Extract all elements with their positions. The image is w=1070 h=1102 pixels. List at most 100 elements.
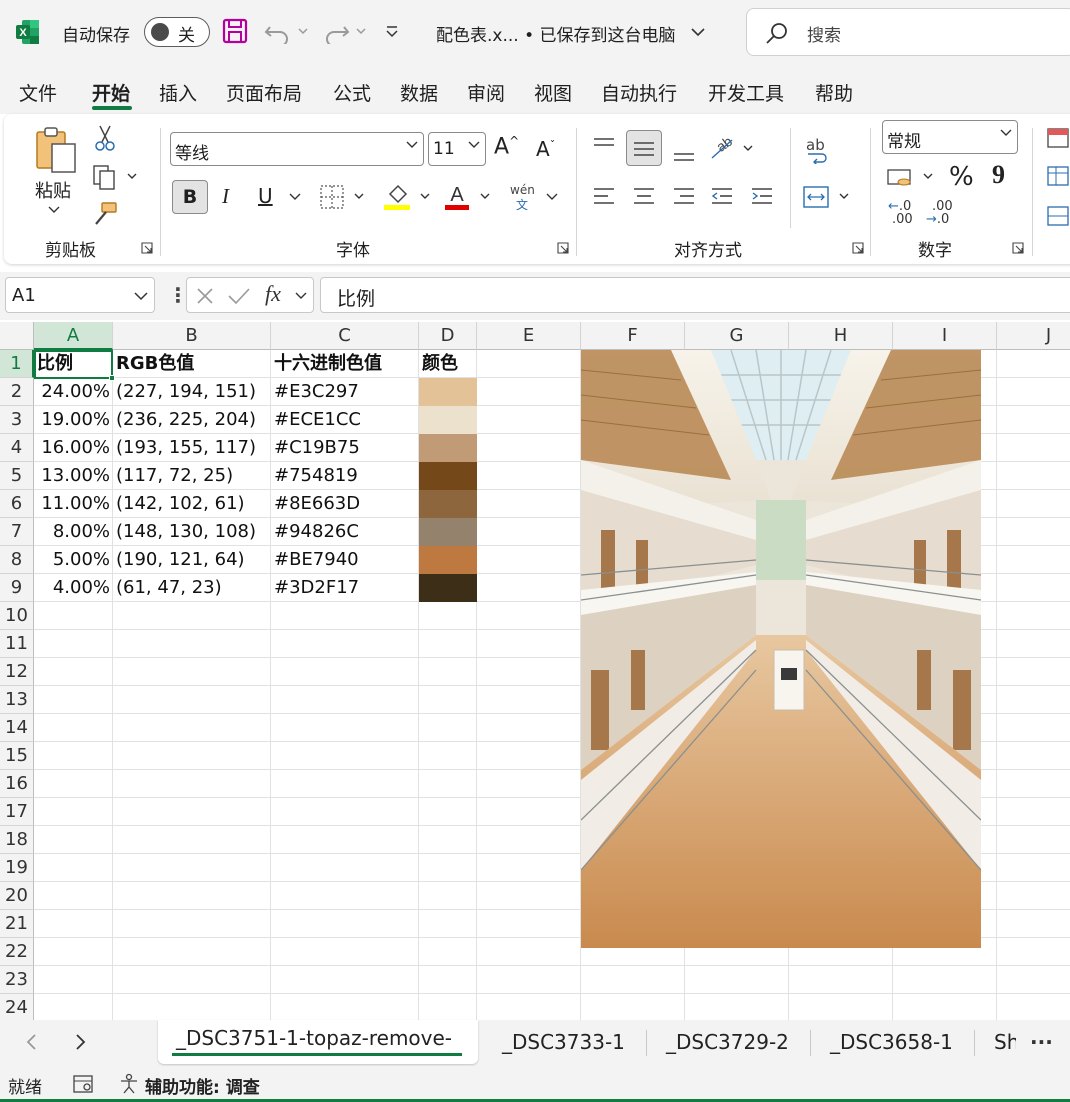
tab-help[interactable]: 帮助 <box>815 79 853 106</box>
chevron-down-icon[interactable] <box>690 26 706 38</box>
select-all-corner[interactable] <box>0 322 34 350</box>
ratio-cell[interactable]: 8.00% <box>34 518 113 546</box>
rgb-cell[interactable]: (142, 102, 61) <box>113 490 271 518</box>
row-header[interactable]: 24 <box>0 994 34 1020</box>
hex-cell[interactable]: #754819 <box>271 462 419 490</box>
tab-review[interactable]: 审阅 <box>467 79 505 106</box>
column-header[interactable]: H <box>789 322 893 350</box>
tab-developer[interactable]: 开发工具 <box>708 79 784 106</box>
paste-icon[interactable] <box>34 126 78 174</box>
row-header[interactable]: 5 <box>0 462 34 490</box>
more-sheets-button[interactable]: ··· <box>1030 1030 1053 1054</box>
ratio-cell[interactable]: 13.00% <box>34 462 113 490</box>
row-header[interactable]: 19 <box>0 854 34 882</box>
row-header[interactable]: 8 <box>0 546 34 574</box>
tab-file[interactable]: 文件 <box>19 79 57 106</box>
row-header[interactable]: 2 <box>0 378 34 406</box>
formula-bar-handle[interactable]: ⋮ <box>168 283 188 307</box>
macro-record-icon[interactable] <box>72 1074 94 1094</box>
number-launcher-icon[interactable] <box>1012 242 1024 254</box>
underline-dropdown-icon[interactable] <box>289 192 301 202</box>
hex-cell[interactable]: #E3C297 <box>271 378 419 406</box>
tab-automate[interactable]: 自动执行 <box>601 79 677 106</box>
hex-cell[interactable]: #C19B75 <box>271 434 419 462</box>
format-painter-icon[interactable] <box>92 200 120 228</box>
rgb-cell[interactable]: (190, 121, 64) <box>113 546 271 574</box>
row-header[interactable]: 18 <box>0 826 34 854</box>
clipboard-launcher-icon[interactable] <box>141 242 153 254</box>
color-swatch-cell[interactable] <box>419 378 477 406</box>
underline-button[interactable]: U <box>258 184 273 208</box>
shrink-font-button[interactable]: Aˇ <box>536 137 555 161</box>
alignment-launcher-icon[interactable] <box>852 242 864 254</box>
conditional-formatting-icon[interactable] <box>1046 126 1070 150</box>
cell-styles-icon[interactable] <box>1046 204 1070 228</box>
rgb-cell[interactable]: (117, 72, 25) <box>113 462 271 490</box>
row-header[interactable]: 4 <box>0 434 34 462</box>
row-header[interactable]: 22 <box>0 938 34 966</box>
column-header[interactable]: A <box>34 322 113 350</box>
align-left-icon[interactable] <box>592 186 616 206</box>
row-header[interactable]: 20 <box>0 882 34 910</box>
sheet-tab[interactable]: _DSC3658-1 <box>830 1030 953 1054</box>
hex-cell[interactable]: #94826C <box>271 518 419 546</box>
insert-function-button[interactable]: fx <box>265 281 281 307</box>
column-header[interactable]: D <box>419 322 477 350</box>
accessibility-icon[interactable] <box>118 1073 140 1095</box>
color-swatch-cell[interactable] <box>419 406 477 434</box>
copy-icon[interactable] <box>92 164 140 190</box>
column-header[interactable]: G <box>685 322 789 350</box>
scroll-tabs-left-icon[interactable] <box>24 1033 40 1051</box>
align-center-icon[interactable] <box>632 186 656 206</box>
row-header[interactable]: 13 <box>0 686 34 714</box>
redo-icon[interactable] <box>322 18 370 44</box>
header-cell[interactable]: RGB色值 <box>113 350 271 378</box>
column-header[interactable]: E <box>477 322 581 350</box>
wrap-text-icon[interactable] <box>806 150 830 164</box>
row-header[interactable]: 9 <box>0 574 34 602</box>
row-header[interactable]: 14 <box>0 714 34 742</box>
tab-view[interactable]: 视图 <box>534 79 572 106</box>
ratio-cell[interactable]: 4.00% <box>34 574 113 602</box>
column-header[interactable]: F <box>581 322 685 350</box>
sheet-tab[interactable]: _DSC3733-1 <box>502 1030 625 1054</box>
phonetic-guide-bottom[interactable]: 文 <box>516 196 528 213</box>
comma-style-button[interactable]: 9 <box>992 160 1005 190</box>
sheet-tab[interactable]: Sh <box>994 1030 1016 1054</box>
paste-dropdown-icon[interactable] <box>48 205 60 215</box>
align-middle-button[interactable] <box>626 130 662 166</box>
header-cell[interactable]: 十六进制色值 <box>271 350 419 378</box>
enter-check-icon[interactable] <box>227 286 251 306</box>
font-name-select[interactable]: 等线 <box>170 132 424 166</box>
sheet-tab-active-label[interactable]: _DSC3751-1-topaz-remove- <box>176 1026 452 1050</box>
header-cell[interactable]: 颜色 <box>419 350 477 378</box>
color-swatch-cell[interactable] <box>419 574 477 602</box>
number-format-select[interactable]: 常规 <box>882 120 1018 154</box>
format-as-table-icon[interactable] <box>1046 164 1070 188</box>
autosave-toggle[interactable]: 关 <box>144 17 210 47</box>
align-bottom-icon[interactable] <box>672 144 696 164</box>
row-header[interactable]: 16 <box>0 770 34 798</box>
row-header[interactable]: 6 <box>0 490 34 518</box>
color-swatch-cell[interactable] <box>419 490 477 518</box>
tab-formulas[interactable]: 公式 <box>333 79 371 106</box>
font-color-icon[interactable]: A <box>444 182 494 212</box>
formula-input[interactable]: 比例 <box>320 277 1070 313</box>
bold-button[interactable]: B <box>172 180 208 214</box>
increase-indent-icon[interactable] <box>750 186 774 206</box>
column-header[interactable]: B <box>113 322 271 350</box>
color-swatch-cell[interactable] <box>419 546 477 574</box>
tab-insert[interactable]: 插入 <box>159 79 197 106</box>
column-header[interactable]: I <box>893 322 997 350</box>
merge-center-icon[interactable] <box>802 184 854 210</box>
row-header[interactable]: 3 <box>0 406 34 434</box>
document-title[interactable]: 配色表.x... • 已保存到这台电脑 <box>436 21 676 46</box>
cut-icon[interactable] <box>94 124 116 152</box>
align-top-icon[interactable] <box>592 136 616 156</box>
customize-qat-icon[interactable] <box>384 24 400 40</box>
decrease-decimal-button[interactable]: .00 →.0 <box>926 200 953 226</box>
rgb-cell[interactable]: (148, 130, 108) <box>113 518 271 546</box>
sheet-tab[interactable]: _DSC3729-2 <box>666 1030 789 1054</box>
ratio-cell[interactable]: 16.00% <box>34 434 113 462</box>
color-swatch-cell[interactable] <box>419 518 477 546</box>
